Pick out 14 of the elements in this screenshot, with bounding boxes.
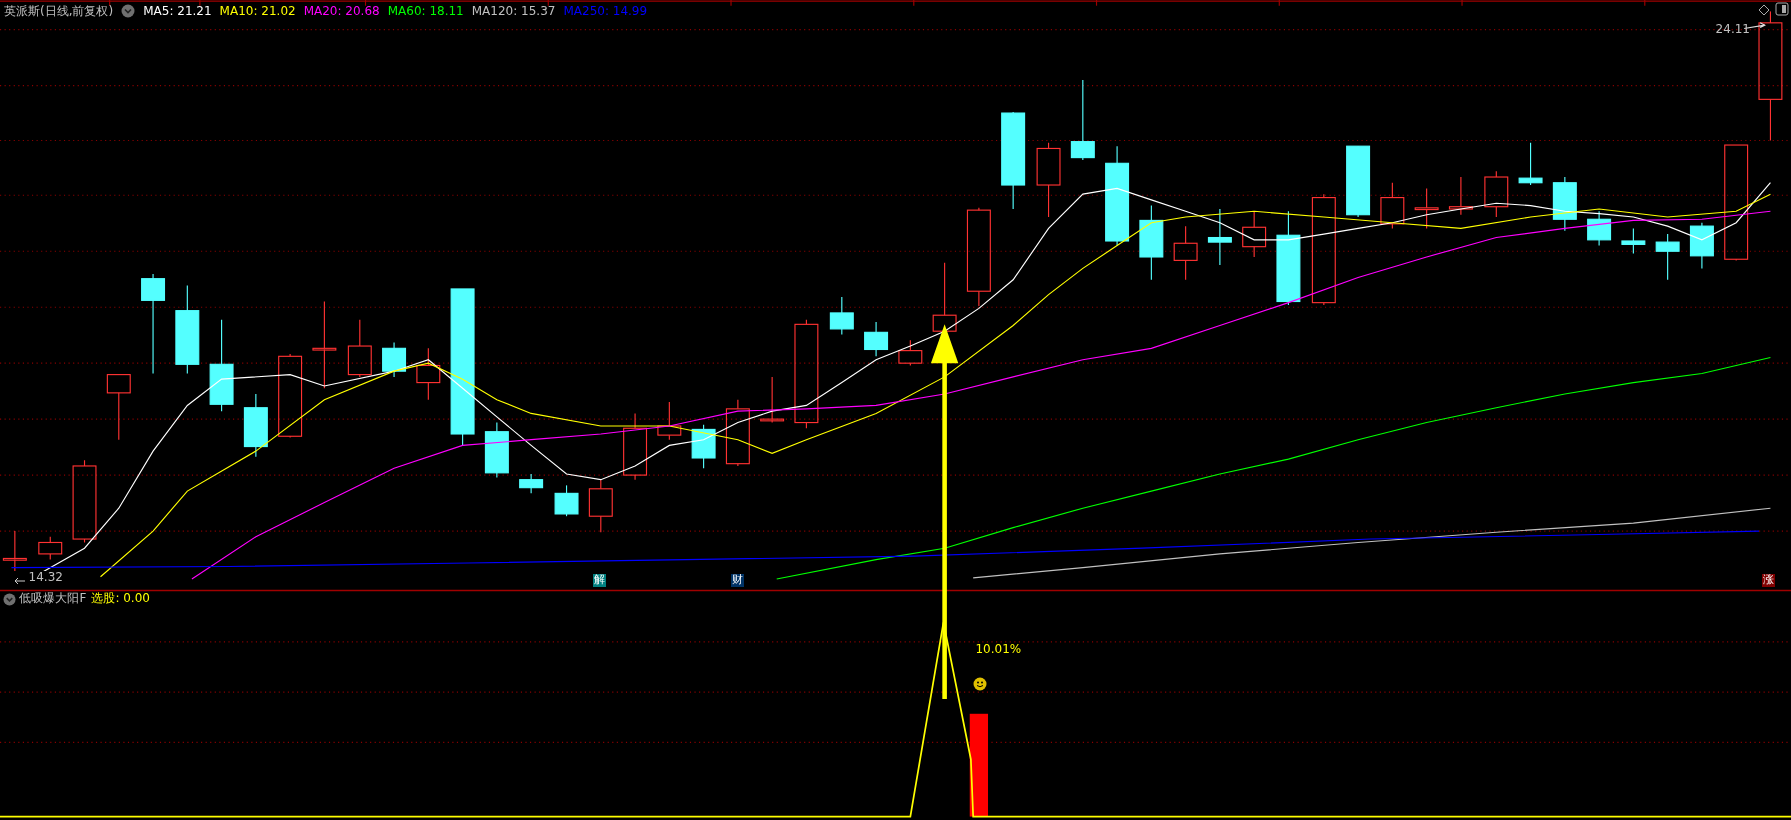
price-label: 24.11 bbox=[1715, 22, 1750, 36]
event-marker[interactable]: 涨 bbox=[1762, 574, 1776, 587]
event-marker[interactable]: 解 bbox=[592, 574, 606, 587]
moving-average-value: MA10: 21.02 bbox=[219, 3, 296, 20]
event-marker[interactable]: 财 bbox=[731, 574, 744, 587]
signal-label: 10.01% bbox=[975, 642, 1022, 657]
moving-average-value: MA20: 20.68 bbox=[303, 3, 380, 20]
moving-average-value: MA250: 14.99 bbox=[563, 3, 648, 20]
moving-average-value: MA5: 21.21 bbox=[143, 3, 212, 20]
chart-title: 英派斯(日线,前复权) bbox=[4, 3, 114, 20]
moving-average-value: MA60: 18.11 bbox=[387, 3, 464, 20]
moving-average-value: MA120: 15.37 bbox=[471, 3, 556, 20]
indicator-title: 低吸爆大阳F bbox=[19, 591, 87, 605]
indicator-value: 选股: 0.00 bbox=[91, 591, 150, 605]
